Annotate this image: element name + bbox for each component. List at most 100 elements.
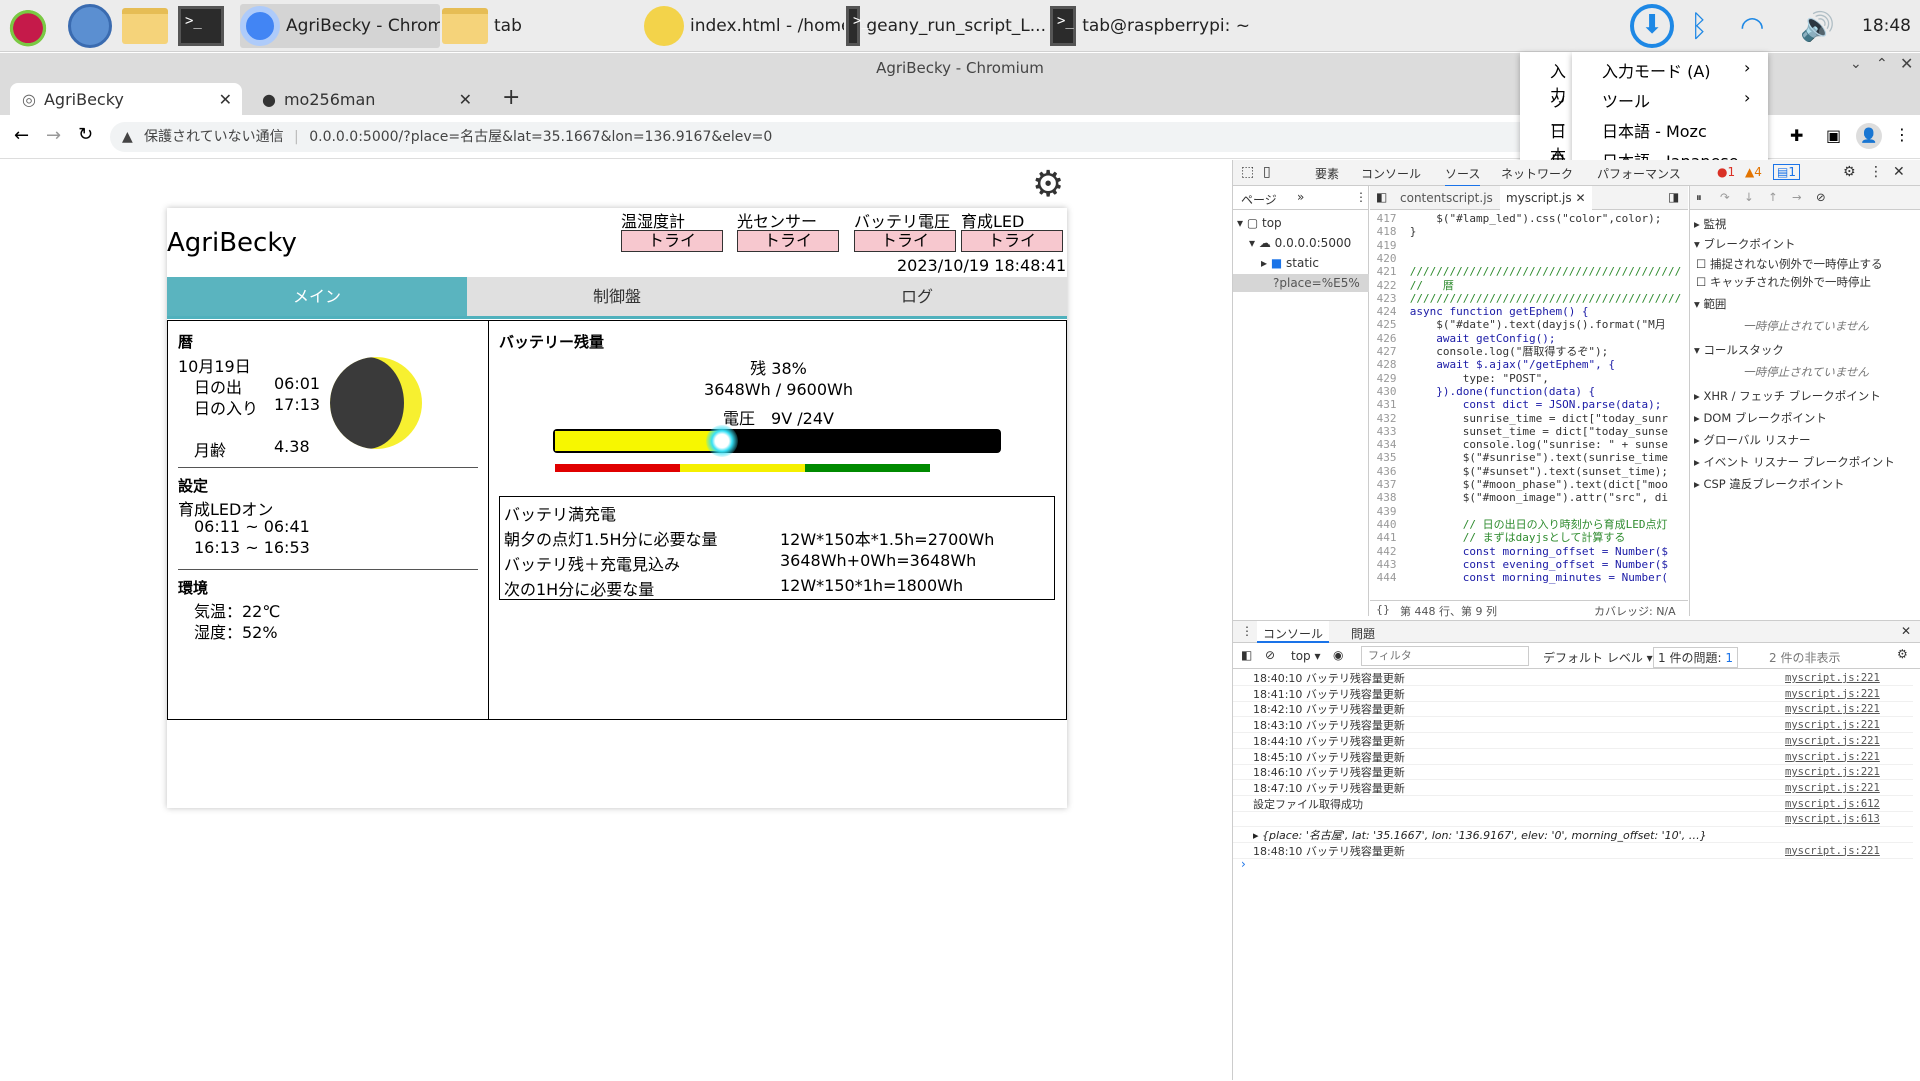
console-settings-icon[interactable]: ⚙	[1897, 647, 1908, 661]
console-source-link[interactable]: myscript.js:221	[1785, 765, 1880, 780]
back-icon[interactable]: ←	[14, 125, 29, 146]
console-source-link[interactable]: myscript.js:221	[1785, 702, 1880, 717]
tab-agribecky[interactable]: ◎ AgriBecky ✕	[10, 83, 242, 115]
csp-section[interactable]: ▸ CSP 違反ブレークポイント	[1694, 476, 1844, 492]
code-line[interactable]: 426 await getConfig();	[1370, 332, 1556, 345]
watch-section[interactable]: ▸ 監視	[1694, 216, 1726, 232]
inspect-icon[interactable]: ⬚	[1241, 164, 1254, 180]
callstack-section[interactable]: ▾ コールスタック	[1694, 342, 1784, 358]
eye-icon[interactable]: ◉	[1333, 648, 1343, 662]
xhr-section[interactable]: ▸ XHR / フェッチ ブレークポイント	[1694, 388, 1881, 404]
close-tab-icon[interactable]: ✕	[459, 90, 472, 109]
ime-tools[interactable]: ツール	[1602, 88, 1650, 112]
code-line[interactable]: 438 $("#moon_image").attr("src", di	[1370, 491, 1668, 504]
console-source-link[interactable]: myscript.js:612	[1785, 797, 1880, 812]
pause-caught-checkbox[interactable]: ☐ キャッチされた例外で一時停止	[1696, 274, 1871, 290]
tab-log[interactable]: ログ	[767, 277, 1067, 316]
file-tab-contentscript[interactable]: contentscript.js	[1400, 191, 1493, 205]
device-icon[interactable]: ▯	[1263, 164, 1271, 180]
devtools-tab-elements[interactable]: 要素	[1315, 165, 1339, 182]
step-icon[interactable]: →	[1792, 190, 1802, 204]
file-manager-icon[interactable]	[122, 4, 168, 48]
wifi-icon[interactable]: ◠	[1740, 4, 1764, 48]
code-line[interactable]: 422 // 暦	[1370, 279, 1454, 292]
terminal-launcher-icon[interactable]	[178, 4, 224, 48]
console-source-link[interactable]: myscript.js:613	[1785, 812, 1880, 827]
code-line[interactable]: 436 $("#sunset").text(sunset_time);	[1370, 465, 1668, 478]
drawer-menu-icon[interactable]: ⋮	[1241, 624, 1253, 638]
devtools-close-icon[interactable]: ✕	[1893, 164, 1905, 180]
code-line[interactable]: 433 sunset_time = dict["today_sunse	[1370, 425, 1668, 438]
code-line[interactable]: 444 const morning_minutes = Number(	[1370, 571, 1668, 584]
info-badge[interactable]: ▤1	[1773, 164, 1800, 180]
code-line[interactable]: 432 sunrise_time = dict["today_sunr	[1370, 412, 1668, 425]
taskbar-geany-run[interactable]: geany_run_script_L...	[846, 4, 1046, 48]
code-line[interactable]: 421 ////////////////////////////////////…	[1370, 265, 1682, 278]
pause-icon[interactable]: ⏸	[1696, 190, 1702, 205]
browser-launcher-icon[interactable]	[68, 4, 112, 48]
close-window-icon[interactable]: ✕	[1900, 54, 1913, 73]
try-button-led[interactable]: トライ	[961, 230, 1063, 252]
console-source-link[interactable]: myscript.js:221	[1785, 844, 1880, 859]
code-line[interactable]: 424 async function getEphem() {	[1370, 305, 1589, 318]
code-line[interactable]: 423 ////////////////////////////////////…	[1370, 292, 1682, 305]
console-source-link[interactable]: myscript.js:221	[1785, 671, 1880, 686]
code-line[interactable]: 420	[1370, 252, 1410, 265]
forward-icon[interactable]: →	[46, 125, 61, 146]
console-filter-input[interactable]	[1361, 646, 1529, 666]
new-tab-icon[interactable]: +	[502, 85, 520, 110]
download-icon[interactable]: ⬇	[1630, 4, 1674, 48]
code-line[interactable]: 417 $("#lamp_led").css("color",color);	[1370, 212, 1662, 225]
tree-static[interactable]: ▸ ■ static	[1261, 256, 1319, 270]
code-line[interactable]: 442 const morning_offset = Number($	[1370, 545, 1668, 558]
code-line[interactable]: 431 const dict = JSON.parse(data);	[1370, 398, 1662, 411]
drawer-tab-console[interactable]: コンソール	[1257, 621, 1330, 643]
code-line[interactable]: 427 console.log("暦取得するぞ");	[1370, 345, 1609, 358]
code-line[interactable]: 439	[1370, 505, 1410, 518]
try-button-light[interactable]: トライ	[737, 230, 839, 252]
drawer-tab-issues[interactable]: 問題	[1351, 625, 1375, 642]
console-prompt-icon[interactable]: ›	[1241, 857, 1246, 871]
ime-input-mode[interactable]: 入力モード (A)	[1602, 58, 1711, 82]
gear-icon[interactable]: ⚙	[1032, 164, 1064, 205]
file-tab-myscript[interactable]: myscript.js ✕	[1500, 186, 1592, 210]
code-line[interactable]: 434 console.log("sunrise: " + sunse	[1370, 438, 1668, 451]
code-line[interactable]: 441 // まずはdayjsとして計算する	[1370, 531, 1626, 544]
code-line[interactable]: 419	[1370, 239, 1410, 252]
taskbar-terminal[interactable]: tab@raspberrypi: ~	[1050, 4, 1250, 48]
devtools-menu-icon[interactable]: ⋮	[1869, 164, 1883, 180]
bluetooth-icon[interactable]: ᛒ	[1690, 4, 1708, 48]
try-button-thermo[interactable]: トライ	[621, 230, 723, 252]
console-source-link[interactable]: myscript.js:221	[1785, 781, 1880, 796]
breakpoints-section[interactable]: ▾ ブレークポイント	[1694, 236, 1795, 252]
reload-icon[interactable]: ↻	[78, 124, 93, 145]
tab-mo256man[interactable]: ● mo256man ✕	[250, 83, 482, 115]
clear-console-icon[interactable]: ⊘	[1265, 648, 1275, 662]
drawer-close-icon[interactable]: ✕	[1901, 624, 1911, 638]
code-editor[interactable]: 417 $("#lamp_led").css("color",color); 4…	[1370, 212, 1688, 586]
code-line[interactable]: 435 $("#sunrise").text(sunrise_time	[1370, 451, 1668, 464]
context-selector[interactable]: top ▾	[1291, 649, 1321, 663]
global-listeners-section[interactable]: ▸ グローバル リスナー	[1694, 432, 1810, 448]
console-source-link[interactable]: myscript.js:221	[1785, 718, 1880, 733]
log-level-selector[interactable]: デフォルト レベル ▾	[1543, 649, 1653, 666]
scope-section[interactable]: ▾ 範囲	[1694, 296, 1726, 312]
dom-section[interactable]: ▸ DOM ブレークポイント	[1694, 410, 1827, 426]
code-line[interactable]: 440 // 日の出日の入り時刻から育成LED点灯	[1370, 518, 1668, 531]
more-tabs-icon[interactable]: »	[1297, 190, 1304, 204]
console-source-link[interactable]: myscript.js:221	[1785, 734, 1880, 749]
code-line[interactable]: 443 const evening_offset = Number($	[1370, 558, 1668, 571]
navigator-menu-icon[interactable]: ⋮	[1355, 190, 1367, 204]
step-out-icon[interactable]: ↑	[1768, 190, 1778, 204]
code-line[interactable]: 428 await $.ajax("/getEphem", {	[1370, 358, 1615, 371]
step-over-icon[interactable]: ↷	[1720, 190, 1730, 204]
toggle-debugger-icon[interactable]: ◨	[1668, 190, 1679, 204]
warning-badge[interactable]: ▲4	[1745, 165, 1762, 179]
side-panel-icon[interactable]: ▣	[1826, 126, 1841, 145]
issues-counter[interactable]: 1 件の問題: 1	[1653, 647, 1738, 668]
volume-icon[interactable]: 🔊	[1800, 4, 1835, 48]
toggle-navigator-icon[interactable]: ◧	[1376, 190, 1387, 204]
maximize-icon[interactable]: ⌃	[1876, 56, 1888, 72]
event-listeners-section[interactable]: ▸ イベント リスナー ブレークポイント	[1694, 454, 1895, 470]
profile-icon[interactable]: 👤	[1856, 123, 1882, 149]
